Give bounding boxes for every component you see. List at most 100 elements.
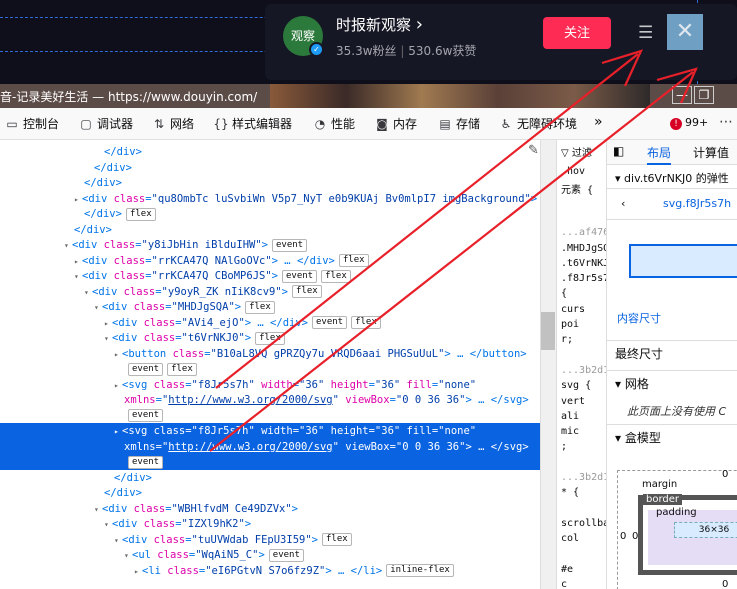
menu-icon[interactable]: ⋯ (719, 114, 733, 130)
verified-icon: ✓ (309, 42, 324, 57)
event-badge[interactable]: event (281, 269, 318, 283)
likes-count: 530.6w获赞 (408, 44, 477, 58)
markup-scrollbar[interactable] (540, 140, 556, 589)
flex-badge[interactable]: flex (338, 254, 369, 267)
grid-section[interactable]: ▾ 网格 (607, 370, 737, 396)
flex-item-header[interactable]: ‹ svg.f8Jr5s7h (607, 190, 737, 220)
tab-layout[interactable]: 布局 (647, 144, 672, 165)
markup-node-line[interactable]: ▸ <svg class="f8Jr5s7h" width="36" height… (0, 377, 540, 393)
final-size-section: 最终尺寸 (607, 340, 737, 366)
markup-node-line[interactable]: ▸ <svg class="f8Jr5s7h" width="36" height… (0, 423, 540, 439)
event-badge[interactable]: event (271, 238, 308, 252)
window-title: 音-记录美好生活 — https://www.douyin.com/ (0, 90, 258, 104)
markup-node-line[interactable]: ▾ <div class="tuUVWdab FEpU3I59"> flex (0, 532, 540, 548)
window-titlebar: 音-记录美好生活 — https://www.douyin.com/ — ❐ (0, 84, 737, 108)
markup-node-line[interactable]: </div> (0, 470, 540, 486)
markup-node-line[interactable]: event flex (0, 361, 540, 377)
grid-empty-message: 此页面上没有使用 C (627, 405, 727, 418)
event-badge[interactable]: event (268, 548, 304, 562)
flex-badge[interactable]: flex (291, 285, 322, 298)
flex-badge[interactable]: flex (321, 533, 352, 546)
more-tabs-icon[interactable]: » (594, 114, 603, 130)
scrollbar-thumb[interactable] (541, 312, 555, 350)
tab-console[interactable]: ▭ 控制台 (4, 115, 59, 132)
markup-node-text: <div class="AVi4_ejO"> … </div> (112, 316, 308, 329)
margin-bottom-value[interactable]: 0 (722, 579, 728, 589)
markup-node-line[interactable]: xmlns="http://www.w3.org/2000/svg" viewB… (0, 392, 540, 408)
markup-node-line[interactable]: xmlns="http://www.w3.org/2000/svg" viewB… (0, 438, 540, 455)
event-badge[interactable]: event (128, 455, 164, 469)
inline-flex-badge[interactable]: inline-flex (386, 564, 454, 577)
margin-left-value[interactable]: 0 (620, 531, 626, 542)
event-badge[interactable]: event (128, 362, 164, 376)
flex-badge[interactable]: flex (245, 300, 275, 314)
layout-tabs: ◧ 布局 计算值 (607, 140, 737, 165)
collapsed-triangle-icon[interactable]: ▸ (134, 564, 142, 580)
markup-view[interactable]: </div> </div> </div> ▸ <div class="qu8OmbTc … (0, 140, 540, 589)
markup-node-line[interactable]: ▾ <div class="IZXl9hK2"> (0, 516, 540, 532)
back-icon[interactable]: ‹ (621, 197, 625, 210)
rules-panel[interactable]: ▽ 过滤 .hov 元素 {...af476. .MHDJgSQ .t6VrNKJ .f… (556, 140, 606, 589)
markup-node-line[interactable]: ▸ <div class="qu8OmbTc luSvbiWn V5p7_NyT … (0, 191, 540, 207)
tab-network[interactable]: ⇅ 网络 (151, 115, 194, 132)
flex-badge[interactable]: flex (351, 316, 381, 329)
rule-line: #e (561, 563, 574, 575)
flex-badge[interactable]: flex (321, 269, 351, 283)
tab-performance[interactable]: ◔ 性能 (312, 115, 355, 132)
markup-node-line[interactable]: </div> (0, 144, 540, 160)
markup-node-line[interactable]: ▾ <ul class="WqAiN5_C"> event (0, 547, 540, 563)
markup-node-line[interactable]: event (0, 408, 540, 424)
followers-count: 35.3w粉丝 (336, 44, 397, 58)
markup-node-line[interactable]: </div> flex (0, 206, 540, 222)
list-icon[interactable]: ☰ (638, 23, 653, 43)
flex-container-header[interactable]: ▾ div.t6VrNKJ0 的弹性 (607, 165, 737, 189)
markup-node-line[interactable]: </div> (0, 175, 540, 191)
markup-node-line[interactable]: </div> (0, 485, 540, 501)
markup-node-line[interactable]: ▸ <li class="eI6PGtvN S7o6fz9Z"> … </li> i… (0, 563, 540, 579)
markup-node-text: <div class="MHDJgSQA"> (102, 301, 242, 313)
markup-node-line[interactable]: </div> (0, 160, 540, 176)
border-left-value[interactable]: 0 (632, 531, 638, 542)
window-controls: — ❐ (670, 86, 714, 104)
flex-badge[interactable]: flex (167, 362, 197, 376)
error-count[interactable]: ! 99+ (670, 116, 708, 130)
border-label: border (643, 494, 683, 505)
account-name[interactable]: 时报新观察 › (336, 14, 423, 35)
close-icon[interactable]: ✕ (667, 14, 703, 50)
markup-node-text: <div class="y8iJbHin iBlduIHW"> (72, 239, 268, 251)
maximize-icon[interactable]: ❐ (694, 86, 714, 104)
filter-icon[interactable]: ▽ 过滤 (561, 144, 592, 159)
box-model-border: border padding 36×36 (638, 494, 737, 575)
markup-node-line[interactable]: ▾ <div class="y9oyR_ZK nIiK8cv9"> flex (0, 284, 540, 300)
tab-storage[interactable]: ▤ 存储 (437, 115, 480, 132)
tab-computed[interactable]: 计算值 (693, 144, 729, 161)
follow-button[interactable]: 关注 (543, 17, 611, 49)
markup-node-line[interactable]: ▾ <div class="t6VrNKJ0"> flex (0, 330, 540, 346)
markup-node-line[interactable]: ▸ <div class="rrKCA47Q NAlGoOVc"> … </div… (0, 253, 540, 269)
margin-label: margin (642, 479, 678, 490)
flex-badge[interactable]: flex (125, 207, 156, 221)
flex-badge[interactable]: flex (255, 331, 285, 345)
box-model-section[interactable]: ▾ 盒模型 (607, 424, 737, 450)
margin-top-value[interactable]: 0 (722, 469, 728, 480)
markup-node-line[interactable]: event (0, 454, 540, 470)
markup-node-line[interactable]: ▸ <div class="AVi4_ejO"> … </div> event fle… (0, 315, 540, 331)
devtools-toolbar: ▭ 控制台 ▢ 调试器 ⇅ 网络 {} 样式编辑器 ◔ 性能 ◙ 内存 ▤ 存储 ♿ 无障碍环境… (0, 108, 737, 140)
sidebar-toggle-icon[interactable]: ◧ (613, 144, 624, 158)
tab-memory[interactable]: ◙ 内存 (374, 115, 417, 132)
tab-style-editor[interactable]: {} 样式编辑器 (213, 115, 292, 132)
markup-node-line[interactable]: </div> (0, 222, 540, 238)
tab-accessibility[interactable]: ♿ 无障碍环境 (498, 115, 577, 132)
markup-node-line[interactable]: ▾ <div class="WBHlfvdM Ce49DZVx"> (0, 501, 540, 517)
minimize-icon[interactable]: — (672, 86, 692, 104)
markup-node-line[interactable]: ▾ <div class="y8iJbHin iBlduIHW"> event (0, 237, 540, 253)
markup-node-line[interactable]: ▾ <div class="MHDJgSQA"> flex (0, 299, 540, 315)
event-badge[interactable]: event (128, 409, 164, 422)
pick-color-icon[interactable]: ✎ (528, 143, 539, 158)
accessibility-icon: ♿ (500, 117, 512, 131)
markup-node-line[interactable]: ▸ <button class="B10aL8VQ gPRZQy7u VRQD6a… (0, 346, 540, 362)
event-badge[interactable]: event (311, 316, 348, 329)
markup-node-line[interactable]: ▾ <div class="rrKCA47Q CBoMP6JS"> event fle… (0, 268, 540, 284)
rule-line: svg { (561, 380, 592, 392)
tab-debugger[interactable]: ▢ 调试器 (78, 115, 133, 132)
